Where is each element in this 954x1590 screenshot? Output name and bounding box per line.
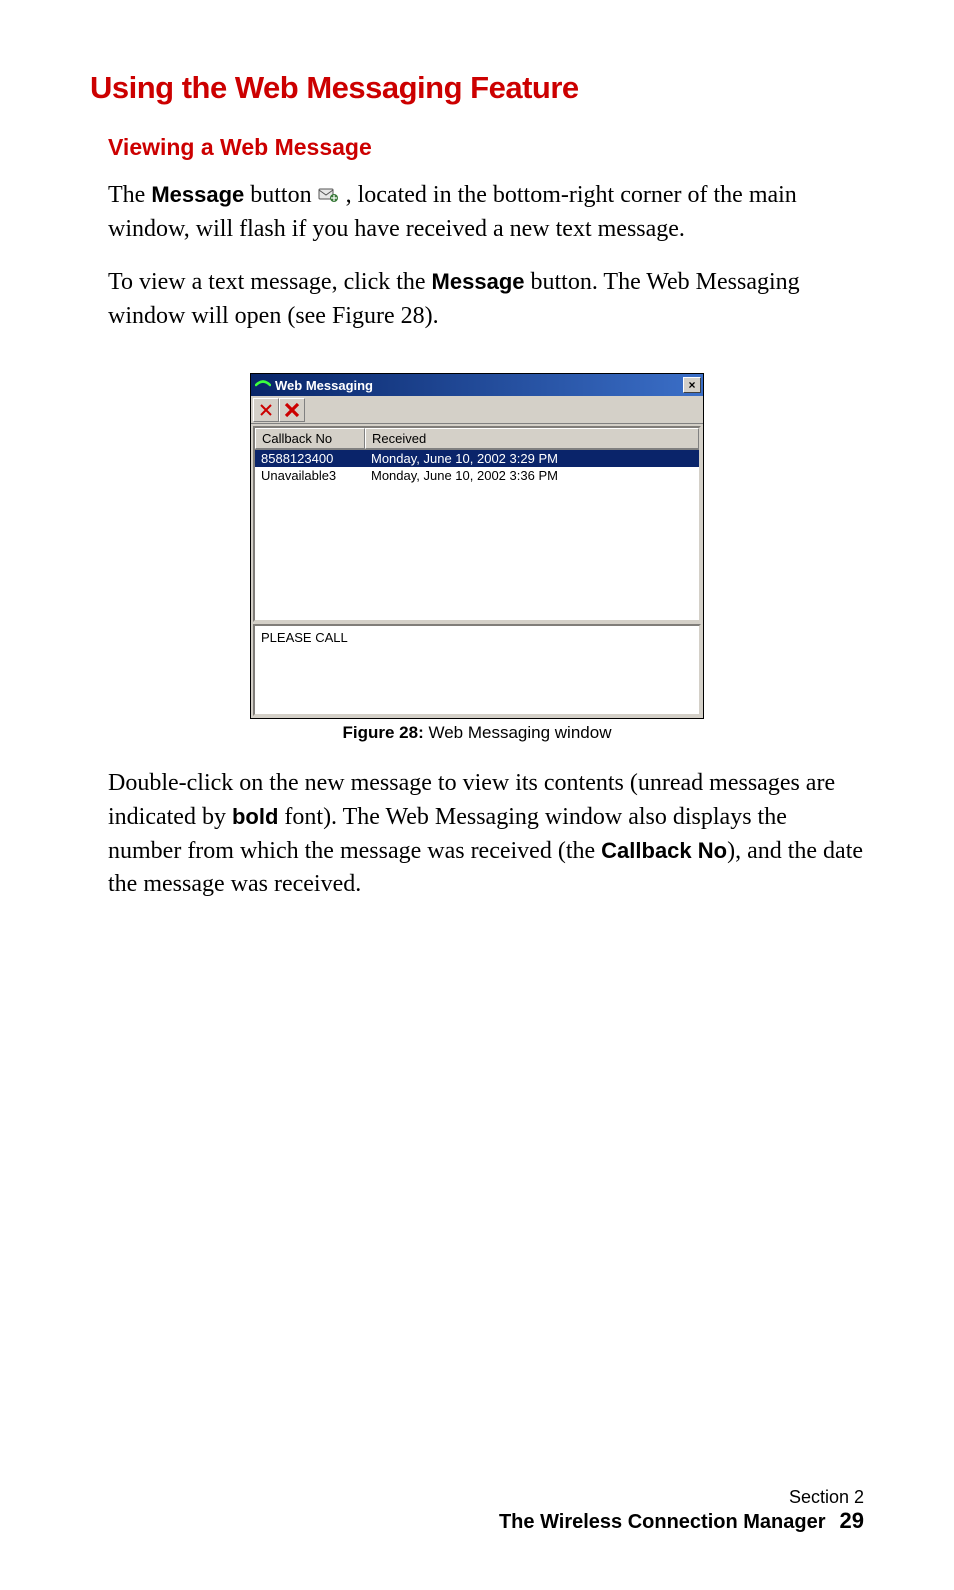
toolbar (251, 396, 703, 424)
section-heading: Using the Web Messaging Feature (90, 70, 864, 106)
list-header: Callback No Received (255, 428, 699, 450)
message-list: Callback No Received 8588123400 Monday, … (253, 426, 701, 622)
figure-text: Web Messaging window (424, 723, 612, 742)
column-received[interactable]: Received (365, 428, 699, 449)
delete-all-button[interactable] (279, 398, 305, 422)
web-messaging-window: Web Messaging × Callback No Received 858… (250, 373, 704, 719)
bold-text: Message (432, 269, 525, 294)
page-number: 29 (840, 1508, 864, 1533)
message-icon (318, 181, 340, 199)
footer-title: The Wireless Connection Manager (499, 1511, 826, 1533)
cell-callback: Unavailable3 (255, 467, 365, 484)
app-icon (255, 378, 271, 392)
footer-section: Section 2 (499, 1487, 864, 1508)
delete-button[interactable] (253, 398, 279, 422)
close-button[interactable]: × (683, 377, 701, 393)
cell-received: Monday, June 10, 2002 3:36 PM (365, 467, 699, 484)
column-callback-no[interactable]: Callback No (255, 428, 365, 449)
figure-28: Web Messaging × Callback No Received 858… (250, 373, 704, 743)
paragraph-3: Double-click on the new message to view … (108, 767, 864, 901)
text: The (108, 182, 151, 208)
figure-label: Figure 28: (343, 723, 424, 742)
cell-callback: 8588123400 (255, 450, 365, 467)
paragraph-1: The Message button , located in the bott… (108, 179, 864, 246)
bold-text: Callback No (601, 838, 727, 863)
paragraph-2: To view a text message, click the Messag… (108, 266, 864, 333)
text: button (244, 182, 317, 208)
bold-text: bold (232, 804, 278, 829)
window-title: Web Messaging (275, 378, 683, 393)
figure-caption: Figure 28: Web Messaging window (250, 723, 704, 743)
titlebar: Web Messaging × (251, 374, 703, 396)
message-preview: PLEASE CALL (253, 624, 701, 716)
sub-heading: Viewing a Web Message (108, 134, 864, 161)
cell-received: Monday, June 10, 2002 3:29 PM (365, 450, 699, 467)
list-rows: 8588123400 Monday, June 10, 2002 3:29 PM… (255, 450, 699, 620)
bold-text: Message (151, 182, 244, 207)
list-item[interactable]: 8588123400 Monday, June 10, 2002 3:29 PM (255, 450, 699, 467)
page-footer: Section 2 The Wireless Connection Manage… (499, 1487, 864, 1534)
list-item[interactable]: Unavailable3 Monday, June 10, 2002 3:36 … (255, 467, 699, 484)
text: To view a text message, click the (108, 269, 432, 295)
